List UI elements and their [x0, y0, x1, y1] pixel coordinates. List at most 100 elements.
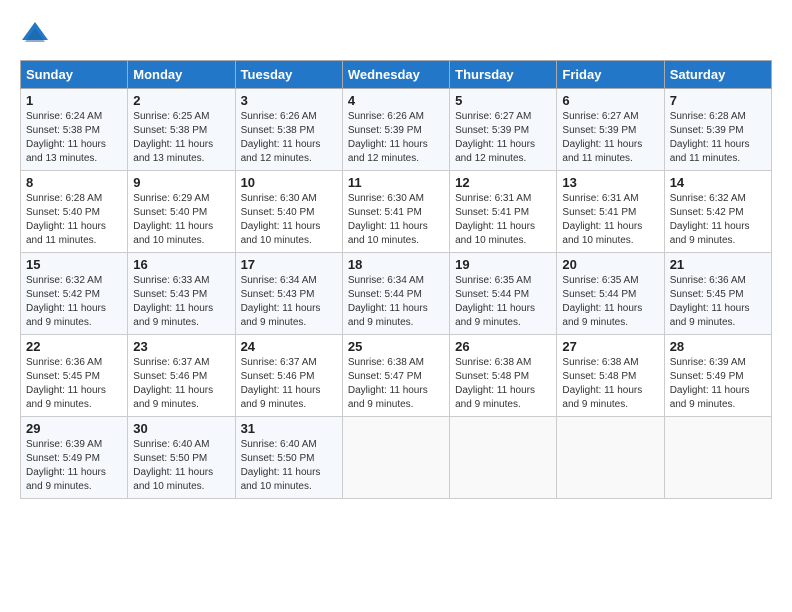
calendar-week-4: 22 Sunrise: 6:36 AMSunset: 5:45 PMDayligh…: [21, 335, 772, 417]
calendar-cell: 14Sunrise: 6:32 AMSunset: 5:42 PMDayligh…: [664, 171, 771, 253]
calendar-cell: 8 Sunrise: 6:28 AMSunset: 5:40 PMDaylight…: [21, 171, 128, 253]
day-number: 16: [133, 257, 229, 272]
day-number: 9: [133, 175, 229, 190]
day-number: 17: [241, 257, 337, 272]
calendar-cell: 11 Sunrise: 6:30 AMSunset: 5:41 PMDayligh…: [342, 171, 449, 253]
day-number: 19: [455, 257, 551, 272]
day-info: Sunrise: 6:38 AMSunset: 5:48 PMDaylight:…: [455, 356, 551, 412]
day-number: 11: [348, 175, 444, 190]
day-number: 26: [455, 339, 551, 354]
day-number: 31: [241, 421, 337, 436]
calendar-cell: 16 Sunrise: 6:33 AMSunset: 5:43 PMDayligh…: [128, 253, 235, 335]
calendar-cell: 1 Sunrise: 6:24 AMSunset: 5:38 PMDaylight…: [21, 89, 128, 171]
day-header-friday: Friday: [557, 61, 664, 89]
day-info: Sunrise: 6:30 AMSunset: 5:41 PMDaylight:…: [348, 192, 444, 248]
day-number: 25: [348, 339, 444, 354]
calendar-week-3: 15Sunrise: 6:32 AMSunset: 5:42 PMDayligh…: [21, 253, 772, 335]
day-info: Sunrise: 6:25 AMSunset: 5:38 PMDaylight:…: [133, 110, 229, 166]
calendar-cell: 22 Sunrise: 6:36 AMSunset: 5:45 PMDayligh…: [21, 335, 128, 417]
day-info: Sunrise: 6:38 AMSunset: 5:48 PMDaylight:…: [562, 356, 658, 412]
day-number: 14: [670, 175, 766, 190]
day-info: Sunrise: 6:35 AMSunset: 5:44 PMDaylight:…: [562, 274, 658, 330]
calendar-week-5: 29 Sunrise: 6:39 AMSunset: 5:49 PMDayligh…: [21, 417, 772, 499]
calendar-cell: 15Sunrise: 6:32 AMSunset: 5:42 PMDayligh…: [21, 253, 128, 335]
day-header-sunday: Sunday: [21, 61, 128, 89]
day-number: 7: [670, 93, 766, 108]
day-info: Sunrise: 6:37 AMSunset: 5:46 PMDaylight:…: [241, 356, 337, 412]
calendar-week-2: 8 Sunrise: 6:28 AMSunset: 5:40 PMDaylight…: [21, 171, 772, 253]
day-number: 12: [455, 175, 551, 190]
calendar-cell: 24 Sunrise: 6:37 AMSunset: 5:46 PMDayligh…: [235, 335, 342, 417]
day-info: Sunrise: 6:36 AMSunset: 5:45 PMDaylight:…: [26, 356, 122, 412]
calendar-cell: 19Sunrise: 6:35 AMSunset: 5:44 PMDayligh…: [450, 253, 557, 335]
day-number: 4: [348, 93, 444, 108]
day-info: Sunrise: 6:36 AMSunset: 5:45 PMDaylight:…: [670, 274, 766, 330]
day-info: Sunrise: 6:26 AMSunset: 5:39 PMDaylight:…: [348, 110, 444, 166]
calendar-cell: 9 Sunrise: 6:29 AMSunset: 5:40 PMDaylight…: [128, 171, 235, 253]
calendar: SundayMondayTuesdayWednesdayThursdayFrid…: [20, 60, 772, 499]
day-number: 1: [26, 93, 122, 108]
day-number: 20: [562, 257, 658, 272]
day-number: 28: [670, 339, 766, 354]
day-info: Sunrise: 6:39 AMSunset: 5:49 PMDaylight:…: [26, 438, 122, 494]
day-info: Sunrise: 6:39 AMSunset: 5:49 PMDaylight:…: [670, 356, 766, 412]
day-header-saturday: Saturday: [664, 61, 771, 89]
calendar-cell: [664, 417, 771, 499]
calendar-cell: [450, 417, 557, 499]
day-number: 3: [241, 93, 337, 108]
calendar-cell: 21 Sunrise: 6:36 AMSunset: 5:45 PMDayligh…: [664, 253, 771, 335]
day-info: Sunrise: 6:26 AMSunset: 5:38 PMDaylight:…: [241, 110, 337, 166]
day-header-tuesday: Tuesday: [235, 61, 342, 89]
calendar-cell: 20 Sunrise: 6:35 AMSunset: 5:44 PMDayligh…: [557, 253, 664, 335]
day-info: Sunrise: 6:37 AMSunset: 5:46 PMDaylight:…: [133, 356, 229, 412]
day-info: Sunrise: 6:27 AMSunset: 5:39 PMDaylight:…: [562, 110, 658, 166]
day-number: 29: [26, 421, 122, 436]
day-info: Sunrise: 6:40 AMSunset: 5:50 PMDaylight:…: [133, 438, 229, 494]
day-info: Sunrise: 6:38 AMSunset: 5:47 PMDaylight:…: [348, 356, 444, 412]
calendar-cell: 29 Sunrise: 6:39 AMSunset: 5:49 PMDayligh…: [21, 417, 128, 499]
day-info: Sunrise: 6:31 AMSunset: 5:41 PMDaylight:…: [562, 192, 658, 248]
calendar-cell: 31Sunrise: 6:40 AMSunset: 5:50 PMDayligh…: [235, 417, 342, 499]
logo-icon: [20, 20, 50, 50]
calendar-header-row: SundayMondayTuesdayWednesdayThursdayFrid…: [21, 61, 772, 89]
calendar-cell: 13 Sunrise: 6:31 AMSunset: 5:41 PMDayligh…: [557, 171, 664, 253]
day-info: Sunrise: 6:31 AMSunset: 5:41 PMDaylight:…: [455, 192, 551, 248]
day-header-monday: Monday: [128, 61, 235, 89]
day-number: 27: [562, 339, 658, 354]
day-number: 22: [26, 339, 122, 354]
header: [20, 20, 772, 50]
day-number: 23: [133, 339, 229, 354]
calendar-cell: 5 Sunrise: 6:27 AMSunset: 5:39 PMDaylight…: [450, 89, 557, 171]
day-number: 30: [133, 421, 229, 436]
calendar-cell: 27 Sunrise: 6:38 AMSunset: 5:48 PMDayligh…: [557, 335, 664, 417]
calendar-cell: 12 Sunrise: 6:31 AMSunset: 5:41 PMDayligh…: [450, 171, 557, 253]
day-number: 5: [455, 93, 551, 108]
day-info: Sunrise: 6:24 AMSunset: 5:38 PMDaylight:…: [26, 110, 122, 166]
day-info: Sunrise: 6:28 AMSunset: 5:40 PMDaylight:…: [26, 192, 122, 248]
calendar-cell: [557, 417, 664, 499]
calendar-cell: 23 Sunrise: 6:37 AMSunset: 5:46 PMDayligh…: [128, 335, 235, 417]
day-info: Sunrise: 6:28 AMSunset: 5:39 PMDaylight:…: [670, 110, 766, 166]
calendar-cell: [342, 417, 449, 499]
day-info: Sunrise: 6:27 AMSunset: 5:39 PMDaylight:…: [455, 110, 551, 166]
calendar-cell: 28 Sunrise: 6:39 AMSunset: 5:49 PMDayligh…: [664, 335, 771, 417]
calendar-cell: 2 Sunrise: 6:25 AMSunset: 5:38 PMDaylight…: [128, 89, 235, 171]
calendar-cell: 10 Sunrise: 6:30 AMSunset: 5:40 PMDayligh…: [235, 171, 342, 253]
day-info: Sunrise: 6:29 AMSunset: 5:40 PMDaylight:…: [133, 192, 229, 248]
day-number: 24: [241, 339, 337, 354]
day-number: 18: [348, 257, 444, 272]
calendar-cell: 30 Sunrise: 6:40 AMSunset: 5:50 PMDayligh…: [128, 417, 235, 499]
day-info: Sunrise: 6:30 AMSunset: 5:40 PMDaylight:…: [241, 192, 337, 248]
calendar-cell: 3 Sunrise: 6:26 AMSunset: 5:38 PMDaylight…: [235, 89, 342, 171]
day-number: 8: [26, 175, 122, 190]
day-header-thursday: Thursday: [450, 61, 557, 89]
day-info: Sunrise: 6:34 AMSunset: 5:44 PMDaylight:…: [348, 274, 444, 330]
calendar-week-1: 1 Sunrise: 6:24 AMSunset: 5:38 PMDaylight…: [21, 89, 772, 171]
day-number: 2: [133, 93, 229, 108]
day-info: Sunrise: 6:33 AMSunset: 5:43 PMDaylight:…: [133, 274, 229, 330]
calendar-cell: 18 Sunrise: 6:34 AMSunset: 5:44 PMDayligh…: [342, 253, 449, 335]
day-number: 13: [562, 175, 658, 190]
day-number: 21: [670, 257, 766, 272]
day-number: 10: [241, 175, 337, 190]
calendar-cell: 26 Sunrise: 6:38 AMSunset: 5:48 PMDayligh…: [450, 335, 557, 417]
